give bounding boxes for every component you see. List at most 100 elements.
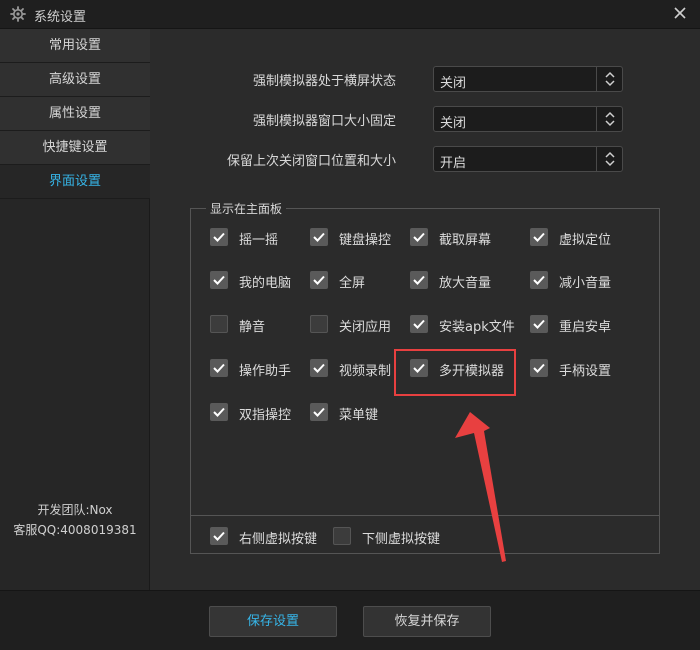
panel-checkbox[interactable]: 手柄设置 bbox=[530, 359, 645, 379]
checkbox-box[interactable] bbox=[210, 403, 228, 421]
checkbox-label: 操作助手 bbox=[239, 364, 292, 379]
checkbox-box[interactable] bbox=[410, 271, 428, 289]
panel-checkbox[interactable]: 双指操控 bbox=[210, 403, 325, 423]
save-settings-button[interactable]: 保存设置 bbox=[209, 606, 337, 637]
panel-checkbox[interactable]: 放大音量 bbox=[410, 271, 525, 291]
checkbox-box[interactable] bbox=[310, 315, 328, 333]
checkbox-label: 关闭应用 bbox=[339, 320, 392, 335]
check-icon bbox=[213, 407, 225, 417]
checkbox-label: 减小音量 bbox=[559, 276, 612, 291]
check-icon bbox=[213, 363, 225, 373]
select-arrows[interactable] bbox=[596, 107, 622, 131]
sidebar-item-shortcuts[interactable]: 快捷键设置 bbox=[0, 131, 150, 165]
check-icon bbox=[313, 232, 325, 242]
panel-checkbox[interactable]: 重启安卓 bbox=[530, 315, 645, 335]
restore-save-button[interactable]: 恢复并保存 bbox=[363, 606, 491, 637]
checkbox-label: 键盘操控 bbox=[339, 233, 392, 248]
check-icon bbox=[313, 363, 325, 373]
checkbox-box[interactable] bbox=[310, 403, 328, 421]
virtual-key-checkbox[interactable]: 右侧虚拟按键 bbox=[210, 527, 325, 547]
sidebar-item-interface[interactable]: 界面设置 bbox=[0, 165, 150, 199]
panel-checkbox[interactable]: 虚拟定位 bbox=[530, 228, 645, 248]
checkbox-label: 安装apk文件 bbox=[439, 320, 515, 335]
panel-checkbox[interactable]: 菜单键 bbox=[310, 403, 425, 423]
sidebar-item-advanced[interactable]: 高级设置 bbox=[0, 63, 150, 97]
annotation-highlight-box bbox=[394, 349, 516, 396]
checkbox-box[interactable] bbox=[210, 359, 228, 377]
checkbox-label: 全屏 bbox=[339, 276, 366, 291]
checkbox-box[interactable] bbox=[530, 359, 548, 377]
check-icon bbox=[313, 275, 325, 285]
check-icon bbox=[533, 232, 545, 242]
checkbox-label: 我的电脑 bbox=[239, 276, 292, 291]
credit-qq: 客服QQ:4008019381 bbox=[13, 523, 137, 537]
panel-checkbox[interactable]: 全屏 bbox=[310, 271, 425, 291]
checkbox-box[interactable] bbox=[310, 271, 328, 289]
check-icon bbox=[313, 407, 325, 417]
checkbox-label: 手柄设置 bbox=[559, 364, 612, 379]
fixed-size-select[interactable]: 关闭 bbox=[433, 106, 623, 132]
panel-checkbox[interactable]: 截取屏幕 bbox=[410, 228, 525, 248]
group-divider bbox=[190, 515, 660, 516]
select-arrows[interactable] bbox=[596, 147, 622, 171]
checkbox-box[interactable] bbox=[410, 315, 428, 333]
checkbox-label: 视频录制 bbox=[339, 364, 392, 379]
panel-checkbox[interactable]: 关闭应用 bbox=[310, 315, 425, 335]
checkbox-label: 截取屏幕 bbox=[439, 233, 492, 248]
checkbox-label: 菜单键 bbox=[339, 408, 379, 423]
gear-icon bbox=[10, 6, 26, 22]
chevron-updown-icon bbox=[605, 111, 615, 127]
checkbox-box[interactable] bbox=[333, 527, 351, 545]
panel-checkbox[interactable]: 安装apk文件 bbox=[410, 315, 525, 335]
checkbox-box[interactable] bbox=[210, 527, 228, 545]
select-value: 关闭 bbox=[440, 116, 467, 131]
check-icon bbox=[413, 319, 425, 329]
keep-position-select[interactable]: 开启 bbox=[433, 146, 623, 172]
checkbox-label: 虚拟定位 bbox=[559, 233, 612, 248]
group-legend: 显示在主面板 bbox=[206, 200, 287, 217]
sidebar-item-common[interactable]: 常用设置 bbox=[0, 29, 150, 63]
select-arrows[interactable] bbox=[596, 67, 622, 91]
checkbox-box[interactable] bbox=[310, 228, 328, 246]
checkbox-box[interactable] bbox=[210, 271, 228, 289]
checkbox-box[interactable] bbox=[310, 359, 328, 377]
setting-label-landscape: 强制模拟器处于横屏状态 bbox=[252, 74, 396, 89]
window-title: 系统设置 bbox=[34, 10, 87, 25]
checkbox-label: 右侧虚拟按键 bbox=[239, 532, 318, 547]
check-icon bbox=[533, 363, 545, 373]
panel-checkbox[interactable]: 静音 bbox=[210, 315, 325, 335]
checkbox-label: 放大音量 bbox=[439, 276, 492, 291]
checkbox-label: 双指操控 bbox=[239, 408, 292, 423]
checkbox-box[interactable] bbox=[530, 271, 548, 289]
checkbox-box[interactable] bbox=[530, 228, 548, 246]
panel-checkbox[interactable]: 键盘操控 bbox=[310, 228, 425, 248]
credit-team: 开发团队:Nox bbox=[37, 503, 113, 517]
checkbox-box[interactable] bbox=[210, 228, 228, 246]
panel-checkbox[interactable]: 减小音量 bbox=[530, 271, 645, 291]
checkbox-label: 重启安卓 bbox=[559, 320, 612, 335]
check-icon bbox=[413, 275, 425, 285]
checkbox-label: 摇一摇 bbox=[239, 233, 279, 248]
virtual-key-checkbox[interactable]: 下侧虚拟按键 bbox=[333, 527, 448, 547]
checkbox-box[interactable] bbox=[210, 315, 228, 333]
footer-bar: 保存设置 恢复并保存 bbox=[0, 590, 700, 650]
check-icon bbox=[213, 275, 225, 285]
panel-checkbox[interactable]: 摇一摇 bbox=[210, 228, 325, 248]
check-icon bbox=[213, 531, 225, 541]
select-value: 关闭 bbox=[440, 76, 467, 91]
checkbox-label: 下侧虚拟按键 bbox=[362, 532, 441, 547]
panel-checkbox[interactable]: 我的电脑 bbox=[210, 271, 325, 291]
sidebar-item-properties[interactable]: 属性设置 bbox=[0, 97, 150, 131]
check-icon bbox=[413, 232, 425, 242]
check-icon bbox=[533, 275, 545, 285]
landscape-select[interactable]: 关闭 bbox=[433, 66, 623, 92]
chevron-updown-icon bbox=[605, 151, 615, 167]
close-icon[interactable] bbox=[672, 5, 688, 21]
setting-label-keep-position: 保留上次关闭窗口位置和大小 bbox=[226, 154, 396, 169]
checkbox-box[interactable] bbox=[410, 228, 428, 246]
checkbox-box[interactable] bbox=[530, 315, 548, 333]
chevron-updown-icon bbox=[605, 71, 615, 87]
check-icon bbox=[533, 319, 545, 329]
panel-checkbox[interactable]: 操作助手 bbox=[210, 359, 325, 379]
title-bar: 系统设置 bbox=[0, 0, 700, 29]
